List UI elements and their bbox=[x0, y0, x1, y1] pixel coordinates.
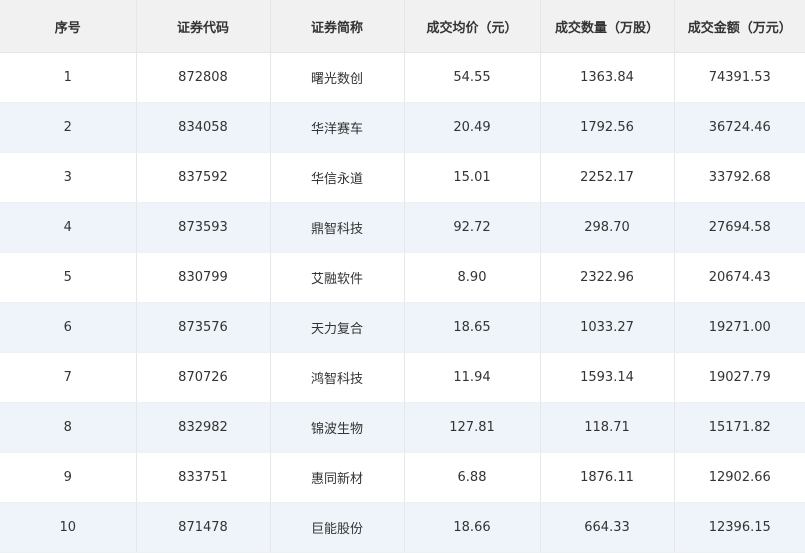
cell-security-code: 871478 bbox=[136, 502, 271, 553]
header-avg-price: 成交均价（元） bbox=[404, 0, 541, 53]
cell-security-code: 872808 bbox=[136, 52, 271, 103]
cell-security-name: 巨能股份 bbox=[270, 502, 405, 553]
table-body: 1 872808 曙光数创 54.55 1363.84 74391.53 2 8… bbox=[0, 52, 805, 553]
cell-security-name: 锦波生物 bbox=[270, 402, 405, 453]
cell-security-name: 惠同新材 bbox=[270, 452, 405, 503]
cell-security-code: 870726 bbox=[136, 352, 271, 403]
cell-security-code: 832982 bbox=[136, 402, 271, 453]
cell-security-code: 830799 bbox=[136, 252, 271, 303]
table-row: 8 832982 锦波生物 127.81 118.71 15171.82 bbox=[0, 402, 805, 453]
header-security-name: 证券简称 bbox=[270, 0, 405, 53]
table-row: 9 833751 惠同新材 6.88 1876.11 12902.66 bbox=[0, 452, 805, 503]
cell-avg-price: 18.65 bbox=[404, 302, 541, 353]
cell-index: 8 bbox=[0, 402, 137, 453]
cell-index: 4 bbox=[0, 202, 137, 253]
cell-security-code: 873576 bbox=[136, 302, 271, 353]
cell-avg-price: 92.72 bbox=[404, 202, 541, 253]
cell-volume: 298.70 bbox=[540, 202, 675, 253]
cell-avg-price: 54.55 bbox=[404, 52, 541, 103]
cell-amount: 15171.82 bbox=[674, 402, 805, 453]
cell-amount: 19271.00 bbox=[674, 302, 805, 353]
table-row: 7 870726 鸿智科技 11.94 1593.14 19027.79 bbox=[0, 352, 805, 403]
cell-index: 9 bbox=[0, 452, 137, 503]
cell-amount: 19027.79 bbox=[674, 352, 805, 403]
cell-avg-price: 6.88 bbox=[404, 452, 541, 503]
cell-index: 7 bbox=[0, 352, 137, 403]
cell-avg-price: 18.66 bbox=[404, 502, 541, 553]
header-volume: 成交数量（万股） bbox=[540, 0, 675, 53]
cell-avg-price: 15.01 bbox=[404, 152, 541, 203]
cell-amount: 12902.66 bbox=[674, 452, 805, 503]
cell-avg-price: 20.49 bbox=[404, 102, 541, 153]
cell-index: 10 bbox=[0, 502, 137, 553]
cell-amount: 74391.53 bbox=[674, 52, 805, 103]
table-row: 2 834058 华洋赛车 20.49 1792.56 36724.46 bbox=[0, 102, 805, 153]
cell-amount: 12396.15 bbox=[674, 502, 805, 553]
cell-volume: 118.71 bbox=[540, 402, 675, 453]
cell-security-name: 华信永道 bbox=[270, 152, 405, 203]
cell-index: 3 bbox=[0, 152, 137, 203]
table-row: 3 837592 华信永道 15.01 2252.17 33792.68 bbox=[0, 152, 805, 203]
cell-index: 6 bbox=[0, 302, 137, 353]
cell-volume: 2322.96 bbox=[540, 252, 675, 303]
table-row: 5 830799 艾融软件 8.90 2322.96 20674.43 bbox=[0, 252, 805, 303]
table-row: 10 871478 巨能股份 18.66 664.33 12396.15 bbox=[0, 502, 805, 553]
cell-security-code: 837592 bbox=[136, 152, 271, 203]
cell-security-name: 鸿智科技 bbox=[270, 352, 405, 403]
cell-security-code: 833751 bbox=[136, 452, 271, 503]
cell-volume: 1593.14 bbox=[540, 352, 675, 403]
header-row: 序号 证券代码 证券简称 成交均价（元） 成交数量（万股） 成交金额（万元） bbox=[0, 0, 805, 53]
cell-avg-price: 8.90 bbox=[404, 252, 541, 303]
cell-security-code: 834058 bbox=[136, 102, 271, 153]
trading-table: 序号 证券代码 证券简称 成交均价（元） 成交数量（万股） 成交金额（万元） 1… bbox=[0, 0, 805, 553]
header-index: 序号 bbox=[0, 0, 137, 53]
cell-volume: 2252.17 bbox=[540, 152, 675, 203]
cell-index: 2 bbox=[0, 102, 137, 153]
table-row: 6 873576 天力复合 18.65 1033.27 19271.00 bbox=[0, 302, 805, 353]
cell-security-name: 曙光数创 bbox=[270, 52, 405, 103]
cell-volume: 664.33 bbox=[540, 502, 675, 553]
cell-avg-price: 11.94 bbox=[404, 352, 541, 403]
table-header: 序号 证券代码 证券简称 成交均价（元） 成交数量（万股） 成交金额（万元） bbox=[0, 0, 805, 53]
cell-volume: 1363.84 bbox=[540, 52, 675, 103]
cell-amount: 27694.58 bbox=[674, 202, 805, 253]
cell-volume: 1033.27 bbox=[540, 302, 675, 353]
cell-security-name: 华洋赛车 bbox=[270, 102, 405, 153]
cell-amount: 36724.46 bbox=[674, 102, 805, 153]
cell-security-name: 艾融软件 bbox=[270, 252, 405, 303]
cell-index: 1 bbox=[0, 52, 137, 103]
cell-index: 5 bbox=[0, 252, 137, 303]
header-amount: 成交金额（万元） bbox=[674, 0, 805, 53]
cell-security-code: 873593 bbox=[136, 202, 271, 253]
cell-amount: 33792.68 bbox=[674, 152, 805, 203]
cell-amount: 20674.43 bbox=[674, 252, 805, 303]
header-security-code: 证券代码 bbox=[136, 0, 271, 53]
cell-security-name: 鼎智科技 bbox=[270, 202, 405, 253]
cell-volume: 1792.56 bbox=[540, 102, 675, 153]
cell-volume: 1876.11 bbox=[540, 452, 675, 503]
cell-avg-price: 127.81 bbox=[404, 402, 541, 453]
table-row: 1 872808 曙光数创 54.55 1363.84 74391.53 bbox=[0, 52, 805, 103]
cell-security-name: 天力复合 bbox=[270, 302, 405, 353]
table-row: 4 873593 鼎智科技 92.72 298.70 27694.58 bbox=[0, 202, 805, 253]
